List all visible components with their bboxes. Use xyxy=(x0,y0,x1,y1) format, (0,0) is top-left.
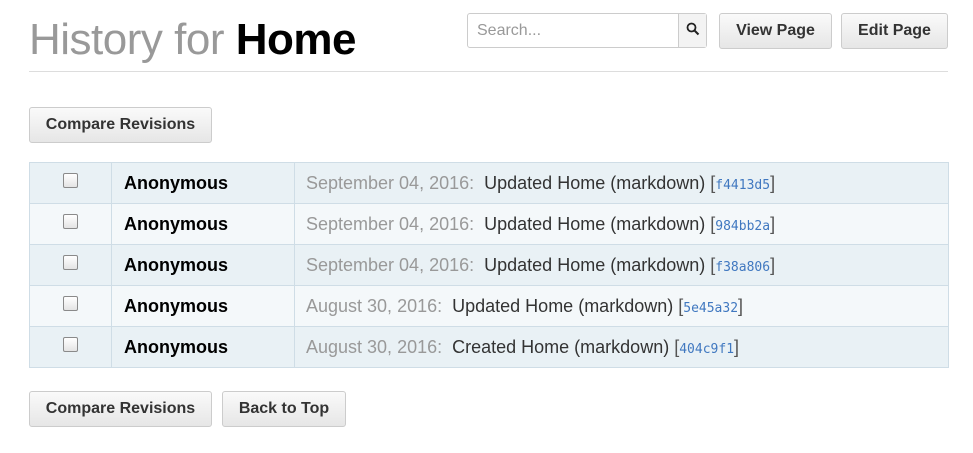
search-icon xyxy=(686,22,700,36)
commit-cell: August 30, 2016: Updated Home (markdown)… xyxy=(294,285,949,327)
revision-checkbox[interactable] xyxy=(63,296,78,312)
revision-checkbox[interactable] xyxy=(63,337,78,353)
author-name: Anonymous xyxy=(111,326,295,368)
revision-checkbox[interactable] xyxy=(63,173,78,189)
table-row: Anonymous September 04, 2016: Updated Ho… xyxy=(29,162,949,204)
revision-checkbox[interactable] xyxy=(63,255,78,271)
commit-sha-link[interactable]: f4413d5 xyxy=(715,178,770,193)
title-prefix: History for xyxy=(29,15,224,64)
bracket-close: ] xyxy=(738,295,744,316)
checkbox-cell xyxy=(29,326,112,368)
commit-sha-link[interactable]: f38a806 xyxy=(715,260,770,275)
checkbox-cell xyxy=(29,285,112,327)
table-row: Anonymous August 30, 2016: Created Home … xyxy=(29,326,949,368)
commit-date: August 30, 2016: xyxy=(306,336,443,357)
search-button[interactable] xyxy=(678,14,706,47)
commit-cell: August 30, 2016: Created Home (markdown)… xyxy=(294,326,949,368)
commit-cell: September 04, 2016: Updated Home (markdo… xyxy=(294,203,949,245)
table-row: Anonymous September 04, 2016: Updated Ho… xyxy=(29,203,949,245)
table-row: Anonymous September 04, 2016: Updated Ho… xyxy=(29,244,949,286)
commit-message: Updated Home (markdown) xyxy=(484,172,706,193)
title-page-name: Home xyxy=(235,15,357,64)
author-name: Anonymous xyxy=(111,285,295,327)
commit-date: September 04, 2016: xyxy=(306,172,475,193)
header-divider xyxy=(29,71,948,72)
search-box xyxy=(467,13,707,48)
revisions-table: Anonymous September 04, 2016: Updated Ho… xyxy=(29,162,949,368)
commit-sha-link[interactable]: 404c9f1 xyxy=(679,342,734,357)
view-page-button[interactable]: View Page xyxy=(719,13,832,49)
author-name: Anonymous xyxy=(111,162,295,204)
checkbox-cell xyxy=(29,203,112,245)
bracket-close: ] xyxy=(770,254,776,275)
compare-revisions-button-top[interactable]: Compare Revisions xyxy=(29,107,212,143)
commit-message: Created Home (markdown) xyxy=(452,336,670,357)
checkbox-cell xyxy=(29,162,112,204)
author-name: Anonymous xyxy=(111,244,295,286)
author-name: Anonymous xyxy=(111,203,295,245)
back-to-top-button[interactable]: Back to Top xyxy=(222,391,346,427)
bracket-close: ] xyxy=(770,172,776,193)
commit-date: September 04, 2016: xyxy=(306,213,475,234)
commit-date: September 04, 2016: xyxy=(306,254,475,275)
revision-checkbox[interactable] xyxy=(63,214,78,230)
commit-sha-link[interactable]: 984bb2a xyxy=(715,219,770,234)
commit-cell: September 04, 2016: Updated Home (markdo… xyxy=(294,162,949,204)
bracket-close: ] xyxy=(734,336,740,357)
bracket-close: ] xyxy=(770,213,776,234)
commit-message: Updated Home (markdown) xyxy=(484,213,706,234)
page-title: History for Home xyxy=(29,12,356,68)
checkbox-cell xyxy=(29,244,112,286)
search-input[interactable] xyxy=(468,14,680,47)
commit-message: Updated Home (markdown) xyxy=(484,254,706,275)
commit-message: Updated Home (markdown) xyxy=(452,295,674,316)
compare-revisions-button-bottom[interactable]: Compare Revisions xyxy=(29,391,212,427)
edit-page-button[interactable]: Edit Page xyxy=(841,13,948,49)
commit-sha-link[interactable]: 5e45a32 xyxy=(683,301,738,316)
commit-cell: September 04, 2016: Updated Home (markdo… xyxy=(294,244,949,286)
commit-date: August 30, 2016: xyxy=(306,295,443,316)
table-row: Anonymous August 30, 2016: Updated Home … xyxy=(29,285,949,327)
